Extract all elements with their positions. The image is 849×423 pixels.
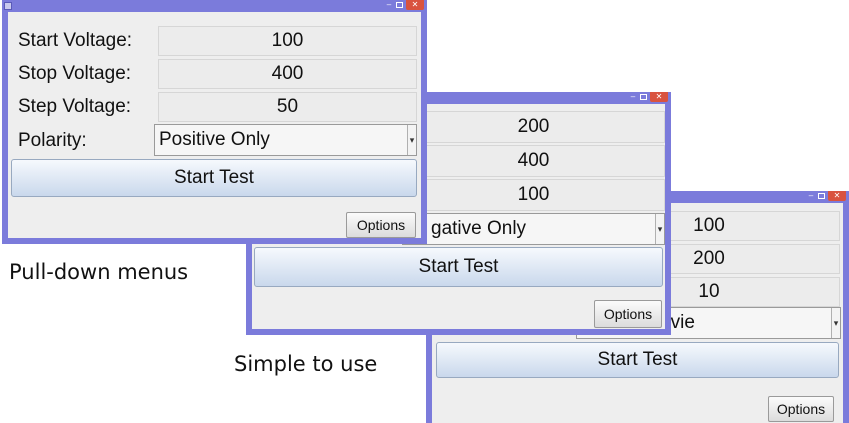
chevron-down-icon[interactable]: ▾ <box>831 308 840 338</box>
maximize-icon[interactable] <box>394 0 404 10</box>
title-bar[interactable]: – ✕ <box>2 0 427 12</box>
polarity-dropdown[interactable]: gative Only ▾ <box>402 213 665 245</box>
window-1: – ✕ Start Voltage: 100 Stop Voltage: 400… <box>2 0 427 244</box>
options-button[interactable]: Options <box>346 212 416 238</box>
step-voltage-field[interactable]: 100 <box>402 179 665 211</box>
app-icon <box>4 2 12 10</box>
start-voltage-field[interactable]: 100 <box>158 26 417 56</box>
caption-simple-to-use: Simple to use <box>234 352 378 376</box>
options-button[interactable]: Options <box>594 300 662 328</box>
caption-pull-down-menus: Pull-down menus <box>9 260 189 284</box>
start-test-button[interactable]: Start Test <box>254 247 663 287</box>
stop-voltage-label: Stop Voltage: <box>18 63 132 84</box>
step-voltage-label: Step Voltage: <box>18 96 132 117</box>
polarity-dropdown-value: Positive Only <box>159 129 270 150</box>
start-voltage-label: Start Voltage: <box>18 30 133 51</box>
polarity-dropdown[interactable]: Positive Only ▾ <box>154 124 417 156</box>
start-voltage-field[interactable]: 200 <box>402 111 665 143</box>
polarity-dropdown-value: gative Only <box>431 218 527 239</box>
chevron-down-icon[interactable]: ▾ <box>407 125 416 155</box>
close-icon[interactable]: ✕ <box>650 92 668 102</box>
minimize-icon[interactable]: – <box>806 191 816 201</box>
chevron-down-icon[interactable]: ▾ <box>655 214 664 244</box>
polarity-label: Polarity: <box>18 130 87 151</box>
start-test-button[interactable]: Start Test <box>11 159 417 197</box>
stop-voltage-field[interactable]: 400 <box>158 59 417 89</box>
maximize-icon[interactable] <box>638 92 648 102</box>
minimize-icon[interactable]: – <box>628 92 638 102</box>
start-test-button[interactable]: Start Test <box>436 342 839 378</box>
stop-voltage-field[interactable]: 400 <box>402 145 665 177</box>
close-icon[interactable]: ✕ <box>828 191 846 201</box>
minimize-icon[interactable]: – <box>384 0 394 10</box>
options-button[interactable]: Options <box>768 396 834 422</box>
maximize-icon[interactable] <box>816 191 826 201</box>
step-voltage-field[interactable]: 50 <box>158 92 417 122</box>
window-1-panel: Start Voltage: 100 Stop Voltage: 400 Ste… <box>8 12 421 238</box>
close-icon[interactable]: ✕ <box>406 0 424 10</box>
